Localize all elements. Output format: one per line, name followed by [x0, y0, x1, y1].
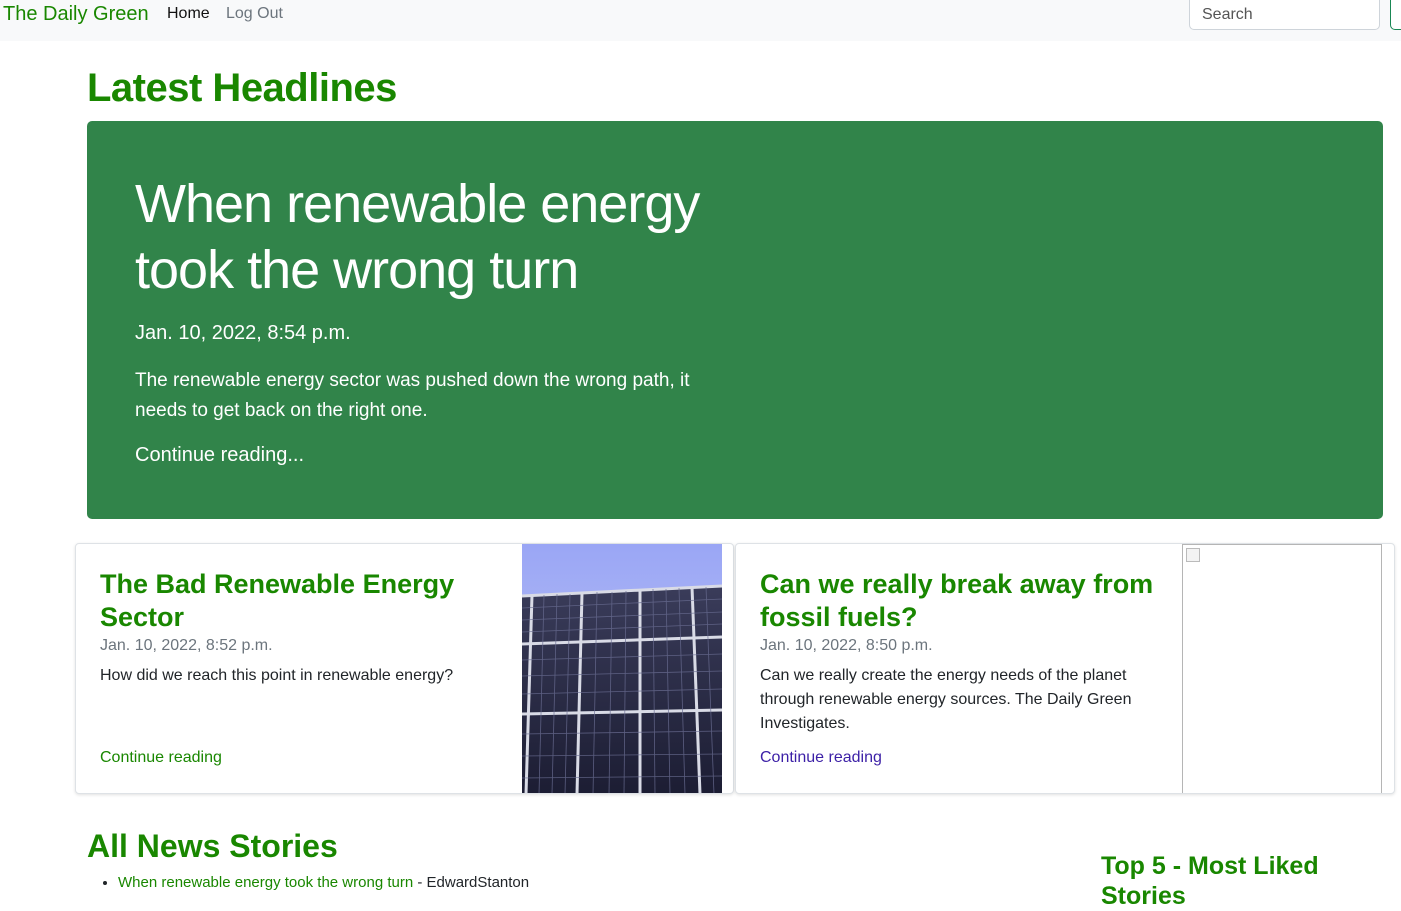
story-author: EdwardStanton	[426, 874, 530, 891]
top-liked-heading: Top 5 - Most Liked Stories	[1101, 852, 1319, 910]
featured-continue-link[interactable]: Continue reading...	[135, 444, 304, 467]
solar-panels-image	[522, 544, 722, 793]
list-item: When renewable energy took the wrong tur…	[118, 874, 529, 891]
story-link[interactable]: When renewable energy took the wrong tur…	[118, 874, 413, 891]
featured-story-title: When renewable energy took the wrong tur…	[135, 174, 700, 300]
story-card-text: Can we really create the energy needs of…	[760, 667, 1132, 732]
story-card-text: How did we reach this point in renewable…	[100, 667, 454, 684]
broken-image-icon	[1186, 548, 1200, 562]
story-image-placeholder	[1182, 544, 1382, 793]
featured-story-lead: The renewable energy sector was pushed d…	[135, 370, 690, 421]
latest-headlines-heading: Latest Headlines	[87, 66, 397, 110]
all-news-heading: All News Stories	[87, 828, 338, 864]
story-list: When renewable energy took the wrong tur…	[100, 874, 529, 891]
search-input[interactable]	[1189, 0, 1380, 30]
story-card: Can we really break away from fossil fue…	[735, 543, 1395, 794]
story-card-title[interactable]: The Bad Renewable Energy Sector	[100, 568, 500, 634]
search-button[interactable]	[1390, 0, 1401, 30]
story-card-date: Jan. 10, 2022, 8:50 p.m.	[760, 637, 933, 654]
nav-home-link[interactable]: Home	[167, 4, 210, 24]
top-navbar: The Daily Green Home Log Out	[0, 0, 1401, 41]
story-card-title[interactable]: Can we really break away from fossil fue…	[760, 568, 1160, 634]
continue-reading-link[interactable]: Continue reading	[760, 749, 882, 767]
story-separator: -	[413, 874, 427, 891]
nav-logout-link[interactable]: Log Out	[226, 4, 283, 24]
featured-story-jumbotron: When renewable energy took the wrong tur…	[87, 121, 1383, 519]
continue-reading-link[interactable]: Continue reading	[100, 749, 222, 767]
featured-story-date: Jan. 10, 2022, 8:54 p.m.	[135, 322, 351, 344]
story-card: The Bad Renewable Energy Sector Jan. 10,…	[75, 543, 734, 794]
story-card-date: Jan. 10, 2022, 8:52 p.m.	[100, 637, 273, 654]
brand-link[interactable]: The Daily Green	[3, 1, 149, 27]
